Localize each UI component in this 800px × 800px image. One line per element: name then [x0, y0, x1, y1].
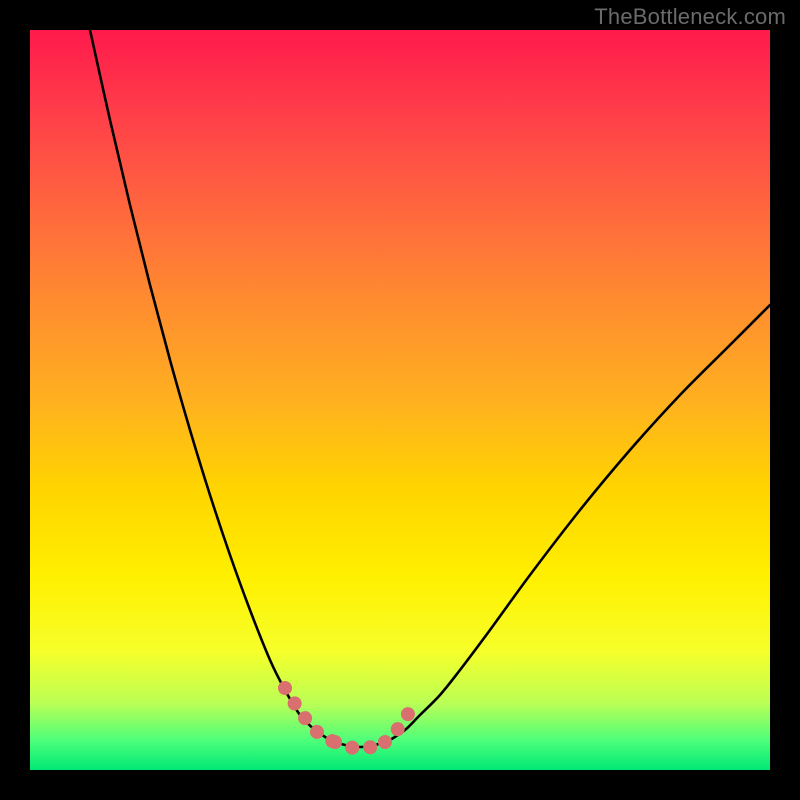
plot-area	[30, 30, 770, 770]
bottleneck-curve	[90, 30, 770, 747]
highlight-left-dip	[285, 688, 335, 742]
highlight-right-dip	[385, 714, 408, 742]
curve-left-curve	[90, 30, 330, 740]
curve-right-curve	[390, 305, 770, 740]
chart-stage: TheBottleneck.com	[0, 0, 800, 800]
highlight-segment	[285, 688, 408, 748]
watermark-text: TheBottleneck.com	[594, 4, 786, 30]
curve-layer	[30, 30, 770, 770]
